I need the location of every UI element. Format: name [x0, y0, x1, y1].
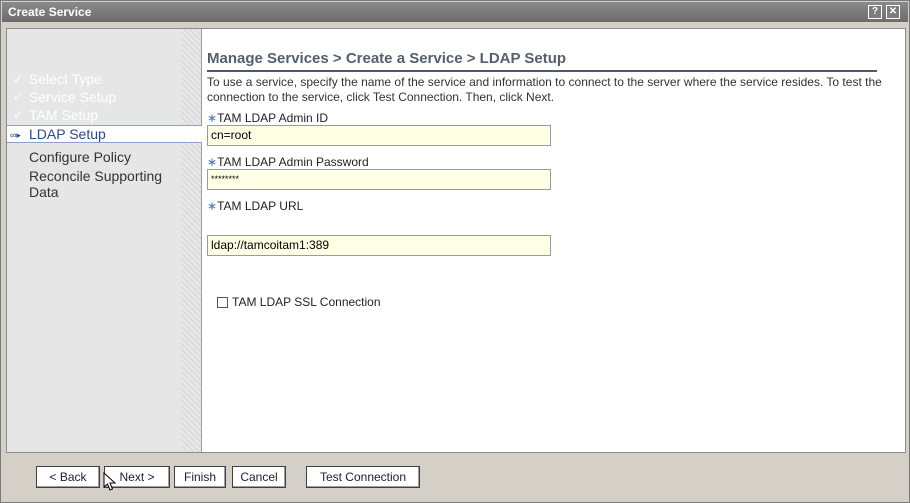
- check-icon: ✓: [13, 72, 24, 86]
- check-icon: ✓: [13, 90, 24, 104]
- ldap-url-label: ∗TAM LDAP URL: [207, 199, 304, 213]
- ldap-setup-panel: Manage Services > Create a Service > LDA…: [203, 29, 905, 452]
- step-service-setup: ✓ Service Setup: [7, 89, 182, 105]
- check-icon: ✓: [13, 108, 24, 122]
- sidebar-pattern: [181, 29, 201, 452]
- back-button[interactable]: < Back: [36, 466, 100, 488]
- step-configure-policy: Configure Policy: [7, 149, 182, 165]
- ssl-connection-label: TAM LDAP SSL Connection: [232, 295, 381, 309]
- wizard-content: ✓ Select Type ✓ Service Setup ✓ TAM Setu…: [6, 28, 906, 453]
- step-select-type: ✓ Select Type: [7, 71, 182, 87]
- finish-button[interactable]: Finish: [174, 466, 226, 488]
- step-tam-setup: ✓ TAM Setup: [7, 107, 182, 123]
- window-title: Create Service: [8, 5, 92, 19]
- instructions-text: To use a service, specify the name of th…: [207, 75, 882, 104]
- admin-password-field[interactable]: ********: [207, 169, 551, 190]
- breadcrumb: Manage Services > Create a Service > LDA…: [207, 50, 877, 72]
- step-label: Reconcile Supporting Data: [29, 168, 163, 200]
- ldap-url-field[interactable]: ldap://tamcoitam1:389: [207, 235, 551, 256]
- wizard-footer: < Back Next > Finish Cancel Test Connect…: [6, 456, 906, 500]
- step-label: LDAP Setup: [29, 126, 106, 142]
- step-ldap-setup: ∞▸ LDAP Setup: [7, 125, 202, 143]
- wizard-steps-sidebar: ✓ Select Type ✓ Service Setup ✓ TAM Setu…: [7, 29, 202, 452]
- step-reconcile-supporting-data: Reconcile Supporting Data: [7, 168, 187, 200]
- ssl-connection-checkbox[interactable]: [217, 297, 228, 308]
- close-icon[interactable]: ✕: [886, 5, 900, 19]
- mouse-pointer-icon: [103, 472, 117, 491]
- help-icon[interactable]: ?: [868, 5, 882, 19]
- required-marker: ∗: [207, 155, 218, 169]
- required-marker: ∗: [207, 111, 218, 125]
- current-step-arrow-icon: ∞▸: [10, 130, 21, 140]
- step-label: Service Setup: [29, 89, 117, 105]
- admin-id-field[interactable]: cn=root: [207, 125, 551, 146]
- step-label: Configure Policy: [29, 149, 131, 165]
- title-bar: Create Service ? ✕: [2, 2, 908, 22]
- step-label: TAM Setup: [29, 107, 98, 123]
- test-connection-button[interactable]: Test Connection: [306, 466, 420, 488]
- admin-id-label: ∗TAM LDAP Admin ID: [207, 111, 328, 125]
- step-label: Select Type: [29, 71, 102, 87]
- create-service-window: Create Service ? ✕ ✓ Select Type ✓ Servi…: [0, 0, 910, 503]
- cancel-button[interactable]: Cancel: [232, 466, 286, 488]
- admin-password-label: ∗TAM LDAP Admin Password: [207, 155, 369, 169]
- required-marker: ∗: [207, 199, 218, 213]
